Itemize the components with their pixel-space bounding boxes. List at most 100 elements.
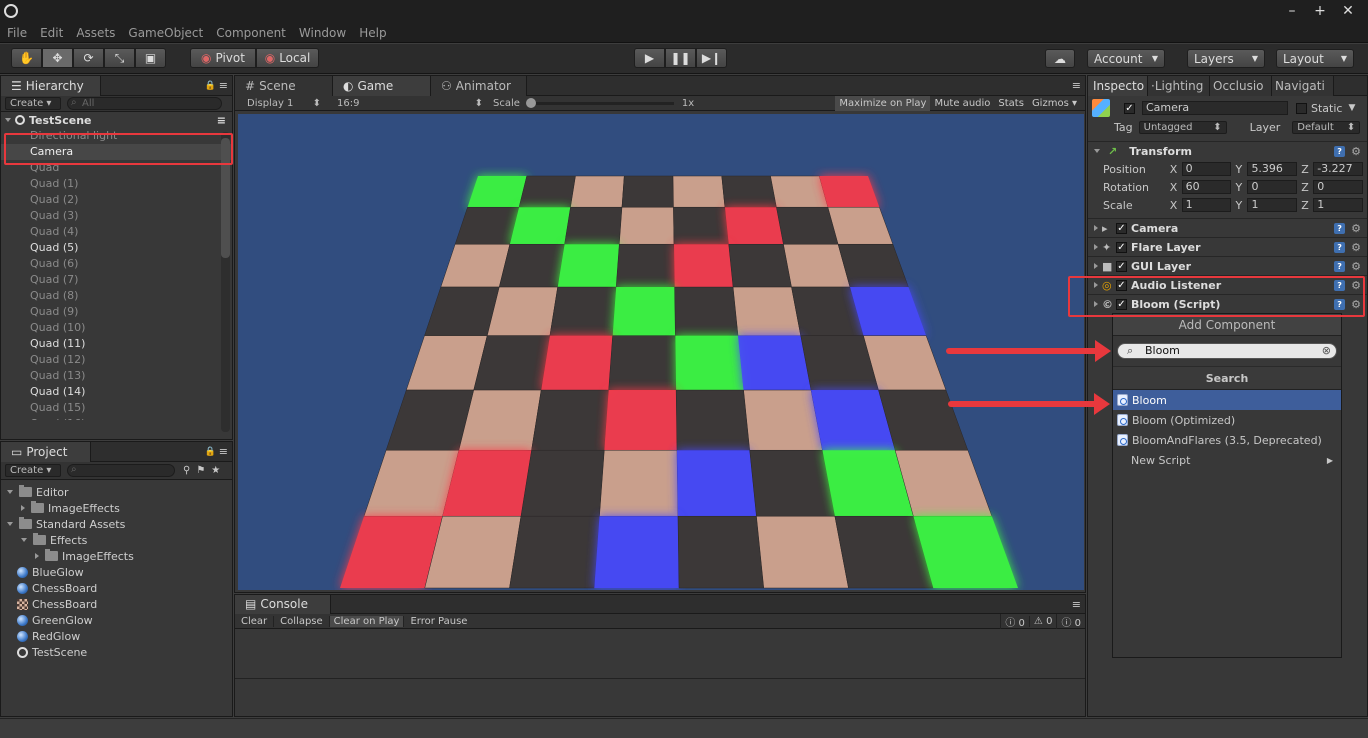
menu-gameobject[interactable]: GameObject xyxy=(128,26,203,40)
project-item[interactable]: Standard Assets xyxy=(1,516,232,532)
tab-animator[interactable]: ⚇ Animator xyxy=(431,75,527,96)
menu-window[interactable]: Window xyxy=(299,26,346,40)
new-script-item[interactable]: New Script ▶ xyxy=(1113,450,1341,470)
layers-dropdown[interactable]: Layers ▼ xyxy=(1187,49,1265,68)
gear-icon[interactable]: ⚙ xyxy=(1351,241,1361,254)
hand-tool-button[interactable]: ✋ xyxy=(11,48,42,68)
minimize-button[interactable]: – xyxy=(1278,3,1306,19)
object-name-input[interactable]: Camera xyxy=(1142,101,1288,115)
menu-assets[interactable]: Assets xyxy=(76,26,115,40)
chevron-down-icon[interactable] xyxy=(21,538,27,542)
chevron-right-icon[interactable] xyxy=(35,553,39,559)
chevron-right-icon[interactable] xyxy=(1094,225,1098,231)
pause-button[interactable]: ❚❚ xyxy=(665,48,696,68)
hierarchy-item[interactable]: Quad (14) xyxy=(1,384,232,400)
component-enabled-checkbox[interactable]: ✓ xyxy=(1116,241,1127,253)
step-button[interactable]: ▶❙ xyxy=(696,48,727,68)
tab-occlusio[interactable]: Occlusio xyxy=(1210,75,1272,96)
project-item[interactable]: Editor xyxy=(1,484,232,500)
scale-tool-button[interactable]: ⤡ xyxy=(104,48,135,68)
tab-console[interactable]: ▤ Console xyxy=(235,594,331,614)
hierarchy-item[interactable]: Quad (10) xyxy=(1,320,232,336)
account-dropdown[interactable]: Account ▼ xyxy=(1087,49,1165,68)
hierarchy-item[interactable]: Quad (6) xyxy=(1,256,232,272)
project-item[interactable]: BlueGlow xyxy=(1,564,232,580)
hierarchy-item[interactable]: Quad (1) xyxy=(1,176,232,192)
chevron-down-icon[interactable] xyxy=(1094,149,1100,153)
project-item[interactable]: TestScene xyxy=(1,644,232,660)
rect-tool-button[interactable]: ▣ xyxy=(135,48,166,68)
filter-label-icon[interactable]: ⚑ xyxy=(196,465,205,476)
transform-y-input[interactable]: 0 xyxy=(1247,180,1298,194)
gear-icon[interactable]: ⚙ xyxy=(1351,145,1361,158)
lock-icon[interactable]: 🔒 xyxy=(205,81,216,91)
hierarchy-item[interactable]: Quad (11) xyxy=(1,336,232,352)
hierarchy-item[interactable]: Quad (2) xyxy=(1,192,232,208)
error-count-toggle[interactable]: ⓘ 0 xyxy=(1056,613,1085,629)
hierarchy-item[interactable]: Quad (5) xyxy=(1,240,232,256)
active-checkbox[interactable]: ✓ xyxy=(1124,102,1135,114)
error-pause-toggle[interactable]: Error Pause xyxy=(404,616,473,627)
menu-help[interactable]: Help xyxy=(359,26,386,40)
layer-dropdown[interactable]: Default ⬍ xyxy=(1292,120,1361,134)
chevron-down-icon[interactable]: ▼ xyxy=(1348,103,1355,113)
project-item[interactable]: ChessBoard xyxy=(1,580,232,596)
gear-icon[interactable]: ⚙ xyxy=(1351,222,1361,235)
menu-file[interactable]: File xyxy=(7,26,27,40)
favorite-icon[interactable]: ★ xyxy=(211,465,220,476)
panel-menu-icon[interactable]: ≡ xyxy=(1072,79,1081,92)
project-item[interactable]: GreenGlow xyxy=(1,612,232,628)
project-item[interactable]: ImageEffects xyxy=(1,548,232,564)
transform-x-input[interactable]: 1 xyxy=(1181,198,1232,212)
rotate-tool-button[interactable]: ⟳ xyxy=(73,48,104,68)
chevron-down-icon[interactable] xyxy=(7,522,13,526)
help-icon[interactable]: ? xyxy=(1334,145,1346,157)
gizmos-dropdown[interactable]: Gizmos ▾ xyxy=(1028,96,1081,111)
transform-z-input[interactable]: 0 xyxy=(1313,180,1364,194)
component-header-gui-layer[interactable]: ■ ✓ GUI Layer? ⚙ xyxy=(1088,256,1367,275)
chevron-down-icon[interactable] xyxy=(5,118,11,122)
hierarchy-search-input[interactable]: ⌕ All xyxy=(67,97,222,110)
transform-component-header[interactable]: ↗ Transform ? ⚙ xyxy=(1088,141,1367,160)
chevron-right-icon[interactable] xyxy=(21,505,25,511)
tab-hierarchy[interactable]: ☰ Hierarchy xyxy=(1,75,101,96)
component-header-camera[interactable]: ▸ ✓ Camera? ⚙ xyxy=(1088,218,1367,237)
chevron-right-icon[interactable] xyxy=(1094,244,1098,250)
clear-search-icon[interactable]: ⊗ xyxy=(1322,344,1331,358)
tab-scene[interactable]: # Scene xyxy=(235,75,333,96)
tab-inspecto[interactable]: Inspecto xyxy=(1088,75,1148,96)
hierarchy-item[interactable]: Quad (9) xyxy=(1,304,232,320)
component-result[interactable]: Bloom xyxy=(1113,390,1341,410)
help-icon[interactable]: ? xyxy=(1334,260,1346,272)
info-count-toggle[interactable]: ⓘ 0 xyxy=(1000,613,1029,629)
tab-game[interactable]: ◐ Game xyxy=(333,75,431,96)
display-dropdown[interactable]: Display 1 ⬍ xyxy=(243,97,325,110)
project-search-input[interactable]: ⌕ xyxy=(67,464,175,477)
warning-count-toggle[interactable]: ⚠ 0 xyxy=(1028,615,1057,627)
help-icon[interactable]: ? xyxy=(1334,222,1346,234)
console-log[interactable] xyxy=(235,629,1085,679)
transform-x-input[interactable]: 60 xyxy=(1181,180,1232,194)
component-result[interactable]: Bloom (Optimized) xyxy=(1113,410,1341,430)
project-create-dropdown[interactable]: Create ▾ xyxy=(5,464,61,477)
component-search-input[interactable]: ⌕ Bloom ⊗ xyxy=(1117,343,1337,359)
hierarchy-item[interactable]: Quad (15) xyxy=(1,400,232,416)
lock-icon[interactable]: 🔒 xyxy=(205,447,216,457)
component-header-flare-layer[interactable]: ✦ ✓ Flare Layer? ⚙ xyxy=(1088,237,1367,256)
scene-menu-icon[interactable]: ≡ xyxy=(217,114,226,127)
close-button[interactable]: ✕ xyxy=(1334,3,1362,19)
transform-z-input[interactable]: -3.227 xyxy=(1313,162,1364,176)
hierarchy-item[interactable]: Quad (7) xyxy=(1,272,232,288)
component-result[interactable]: BloomAndFlares (3.5, Deprecated) xyxy=(1113,430,1341,450)
cloud-button[interactable]: ☁ xyxy=(1045,49,1075,68)
layout-dropdown[interactable]: Layout ▼ xyxy=(1276,49,1354,68)
tag-dropdown[interactable]: Untagged ⬍ xyxy=(1138,120,1227,134)
component-enabled-checkbox[interactable]: ✓ xyxy=(1116,222,1127,234)
aspect-dropdown[interactable]: 16:9 ⬍ xyxy=(333,97,487,110)
help-icon[interactable]: ? xyxy=(1334,241,1346,253)
static-checkbox[interactable] xyxy=(1296,102,1307,114)
maximize-on-play-toggle[interactable]: Maximize on Play xyxy=(835,96,931,111)
transform-z-input[interactable]: 1 xyxy=(1313,198,1364,212)
menu-edit[interactable]: Edit xyxy=(40,26,63,40)
filter-type-icon[interactable]: ⚲ xyxy=(183,465,190,476)
